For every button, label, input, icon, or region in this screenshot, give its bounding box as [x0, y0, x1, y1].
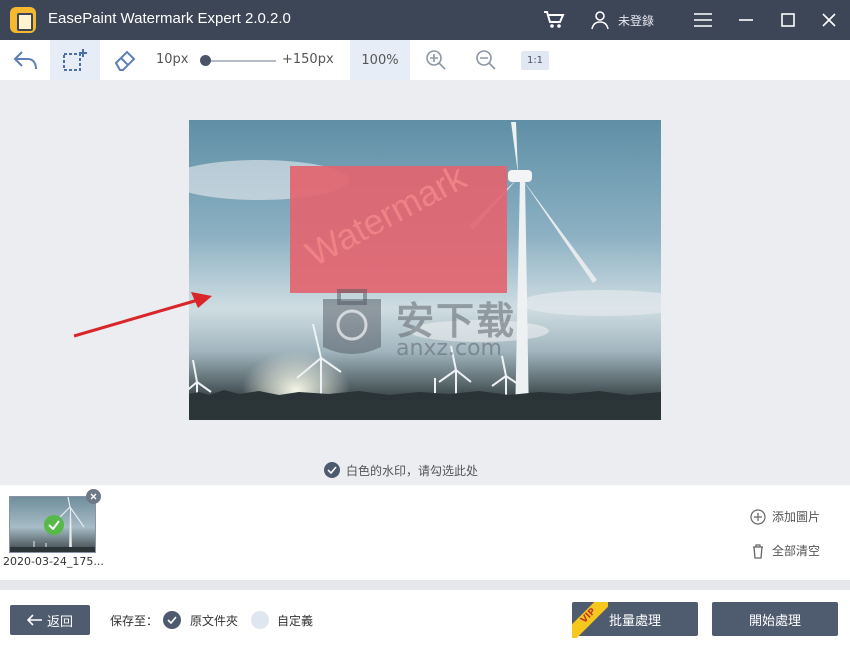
- thumbnail-strip: [0, 485, 850, 580]
- thumbnail-filename: 2020-03-24_175...: [3, 555, 104, 568]
- brush-size-min: 10px: [156, 52, 189, 67]
- site-url: anxz.com: [396, 336, 502, 361]
- vip-badge: VIP: [572, 602, 608, 638]
- rectangle-select-icon[interactable]: [50, 40, 100, 80]
- minimize-icon[interactable]: [734, 6, 758, 34]
- radio-custom-folder[interactable]: [251, 611, 269, 629]
- image-preview[interactable]: Watermark: [189, 120, 661, 420]
- app-logo-icon: [10, 7, 36, 33]
- vip-badge-label: VIP: [572, 602, 608, 638]
- eraser-icon[interactable]: [104, 40, 146, 80]
- save-to-label: 保存至：: [110, 614, 159, 628]
- plus-circle-icon: [750, 508, 766, 525]
- trash-icon: [753, 543, 763, 559]
- divider: [0, 580, 850, 590]
- brush-size-max: +150px: [282, 52, 334, 67]
- user-icon[interactable]: [588, 6, 612, 34]
- thumbnail-selected-check-icon: [44, 515, 64, 535]
- start-process-label: 開始處理: [748, 613, 801, 629]
- app-title: EasePaint Watermark Expert 2.0.2.0: [48, 10, 291, 27]
- back-button[interactable]: 返回: [10, 605, 90, 635]
- batch-process-label: 批量處理: [608, 613, 661, 629]
- login-link[interactable]: 未登錄: [618, 12, 654, 29]
- back-label: 返回: [46, 614, 73, 630]
- undo-icon[interactable]: [4, 40, 48, 80]
- menu-icon[interactable]: [691, 6, 715, 34]
- add-image-label: 添加圖片: [772, 510, 821, 524]
- clear-all-button[interactable]: 全部清空: [750, 542, 820, 559]
- red-arrow-icon: [73, 292, 212, 338]
- zoom-in-icon[interactable]: [422, 40, 450, 80]
- start-process-button[interactable]: 開始處理: [712, 602, 838, 636]
- zoom-level: 100%: [350, 40, 410, 80]
- title-bar: EasePaint Watermark Expert 2.0.2.0 未登錄: [0, 0, 850, 40]
- maximize-icon[interactable]: [776, 6, 800, 34]
- cart-icon[interactable]: [542, 6, 566, 34]
- back-arrow-icon: [26, 614, 42, 626]
- radio-custom-folder-label[interactable]: 自定義: [277, 612, 313, 629]
- checkbox-checked-icon[interactable]: [324, 462, 340, 478]
- actual-size-button[interactable]: 1:1: [521, 51, 549, 70]
- radio-original-folder[interactable]: [163, 611, 181, 629]
- clear-all-label: 全部清空: [772, 544, 821, 558]
- white-watermark-option[interactable]: 白色的水印，请勾选此处: [324, 461, 478, 479]
- white-watermark-label: 白色的水印，请勾选此处: [346, 463, 479, 478]
- site-logo-icon: [323, 289, 381, 354]
- thumbnail-remove-icon[interactable]: [86, 489, 101, 504]
- radio-original-folder-label[interactable]: 原文件夾: [190, 612, 238, 629]
- add-image-button[interactable]: 添加圖片: [750, 508, 820, 525]
- brush-size-slider[interactable]: [207, 60, 276, 62]
- brush-size-slider-thumb[interactable]: [200, 55, 211, 66]
- zoom-out-icon[interactable]: [472, 40, 500, 80]
- close-icon[interactable]: [817, 6, 841, 34]
